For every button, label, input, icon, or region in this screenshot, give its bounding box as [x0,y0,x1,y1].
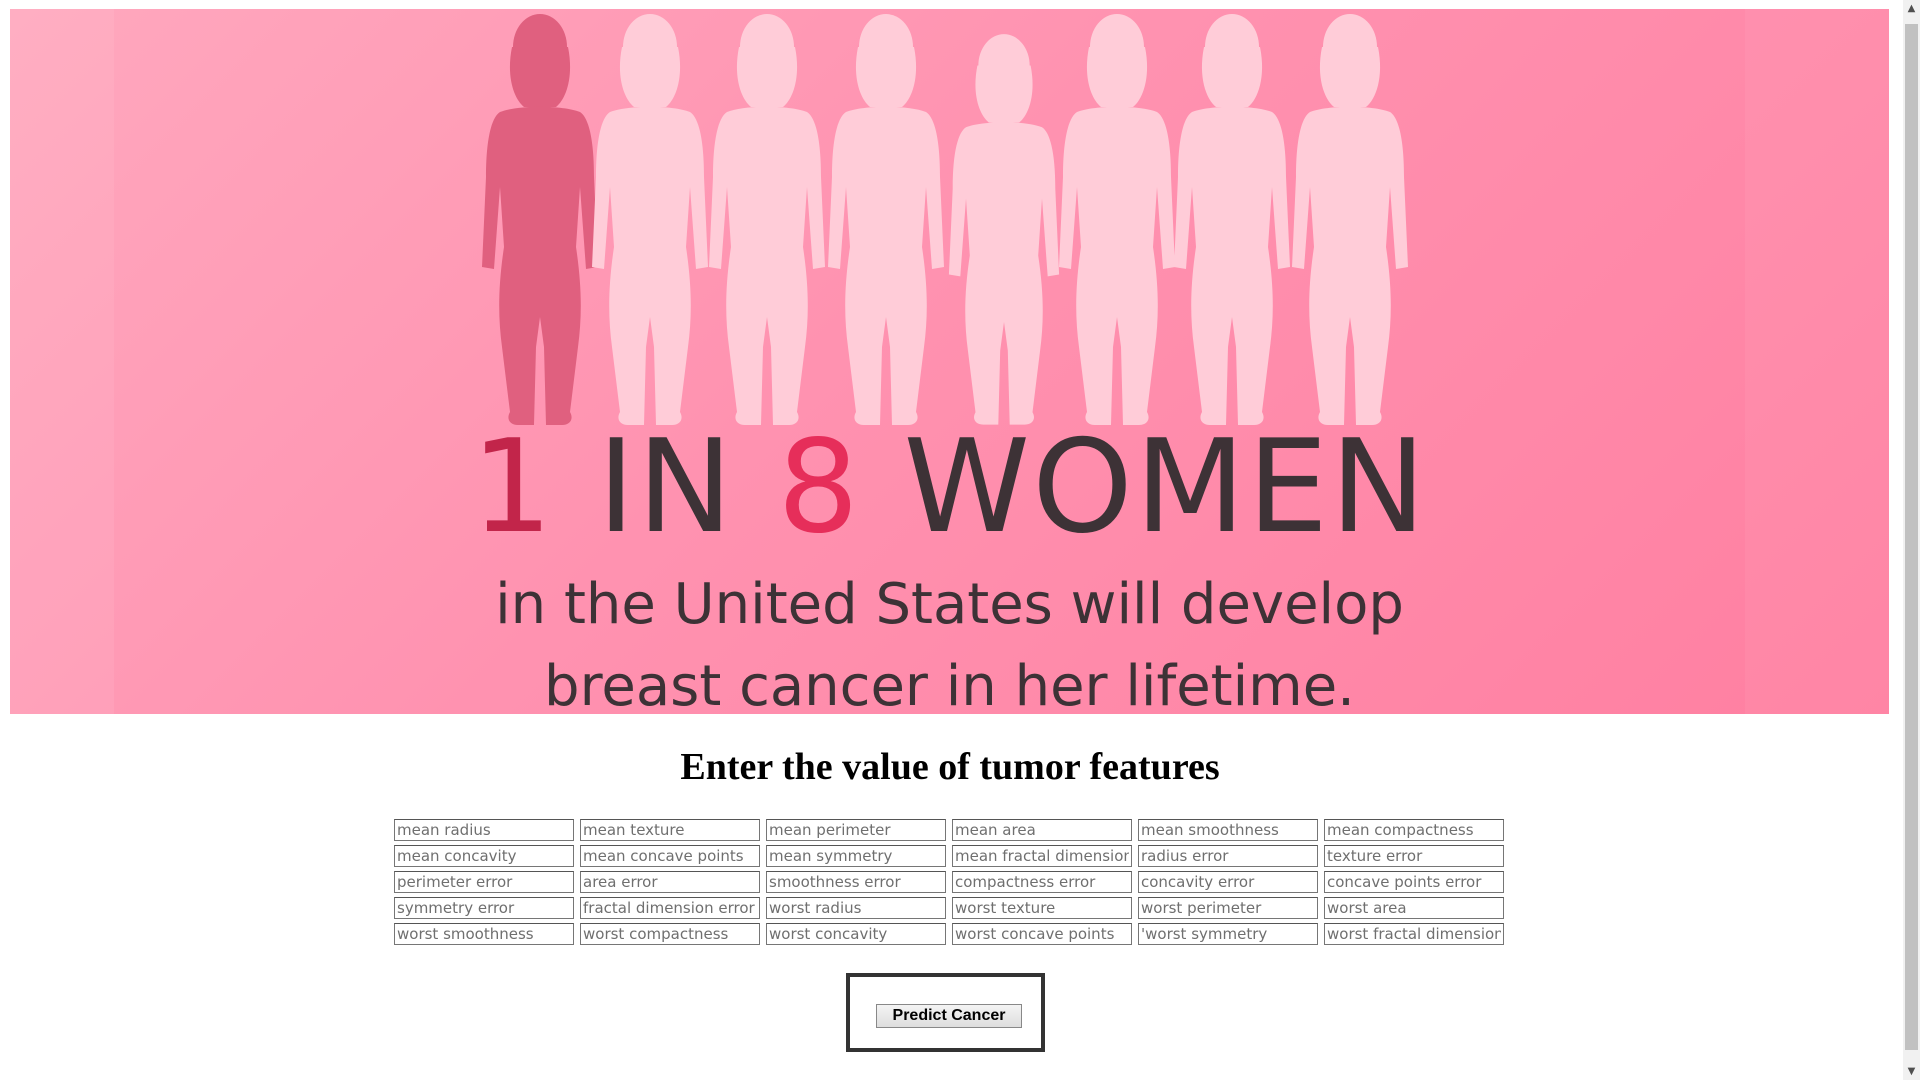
texture-error-input[interactable] [1324,845,1504,867]
form-row [394,819,1506,841]
radius-error-input[interactable] [1138,845,1318,867]
mean-perimeter-input[interactable] [766,819,946,841]
smoothness-error-input[interactable] [766,871,946,893]
silhouette [709,14,825,425]
statistic-number-one: 1 [471,413,555,562]
concave-points-error-input[interactable] [1324,871,1504,893]
tumor-features-form [394,819,1506,949]
mean-symmetry-input[interactable] [766,845,946,867]
mean-texture-input[interactable] [580,819,760,841]
silhouette [1292,14,1408,425]
statistic-subtext-line-2: breast cancer in her lifetime. [544,654,1355,715]
mean-fractal-dimension-input[interactable] [952,845,1132,867]
statistic-headline: 1 IN 8 WOMEN [10,424,1889,552]
predict-cancer-button[interactable]: Predict Cancer [876,1004,1022,1028]
chevron-down-icon[interactable]: ▼ [1903,1063,1920,1080]
vertical-scrollbar[interactable]: ▲ ▼ [1903,0,1920,1080]
silhouette [1174,14,1290,425]
mean-concavity-input[interactable] [394,845,574,867]
concavity-error-input[interactable] [1138,871,1318,893]
worst-symmetry-input[interactable] [1138,923,1318,945]
worst-radius-input[interactable] [766,897,946,919]
statistic-in: IN [597,413,735,562]
mean-radius-input[interactable] [394,819,574,841]
worst-concavity-input[interactable] [766,923,946,945]
form-row [394,871,1506,893]
silhouette [1059,14,1175,425]
form-heading: Enter the value of tumor features [680,746,1220,788]
scrollbar-thumb[interactable] [1905,24,1918,1050]
statistic-women: WOMEN [903,413,1428,562]
silhouette-highlighted [482,14,598,425]
awareness-banner-image: 1 IN 8 WOMEN in the United States will d… [10,9,1889,714]
fractal-dimension-error-input[interactable] [580,897,760,919]
compactness-error-input[interactable] [952,871,1132,893]
worst-compactness-input[interactable] [580,923,760,945]
mean-smoothness-input[interactable] [1138,819,1318,841]
chevron-up-icon[interactable]: ▲ [1903,0,1920,17]
form-row [394,897,1506,919]
silhouette [828,14,944,425]
silhouette [592,14,708,425]
worst-concave-points-input[interactable] [952,923,1132,945]
worst-fractal-dimension-input[interactable] [1324,923,1504,945]
women-silhouettes [482,14,1408,425]
area-error-input[interactable] [580,871,760,893]
worst-smoothness-input[interactable] [394,923,574,945]
silhouette [948,34,1060,425]
perimeter-error-input[interactable] [394,871,574,893]
form-row [394,845,1506,867]
form-row [394,923,1506,945]
page: 1 IN 8 WOMEN in the United States will d… [0,0,1920,1080]
mean-compactness-input[interactable] [1324,819,1504,841]
worst-perimeter-input[interactable] [1138,897,1318,919]
mean-concave-points-input[interactable] [580,845,760,867]
statistic-subtext-line-1: in the United States will develop [495,572,1404,637]
worst-texture-input[interactable] [952,897,1132,919]
statistic-number-eight: 8 [777,413,861,562]
mean-area-input[interactable] [952,819,1132,841]
worst-area-input[interactable] [1324,897,1504,919]
symmetry-error-input[interactable] [394,897,574,919]
